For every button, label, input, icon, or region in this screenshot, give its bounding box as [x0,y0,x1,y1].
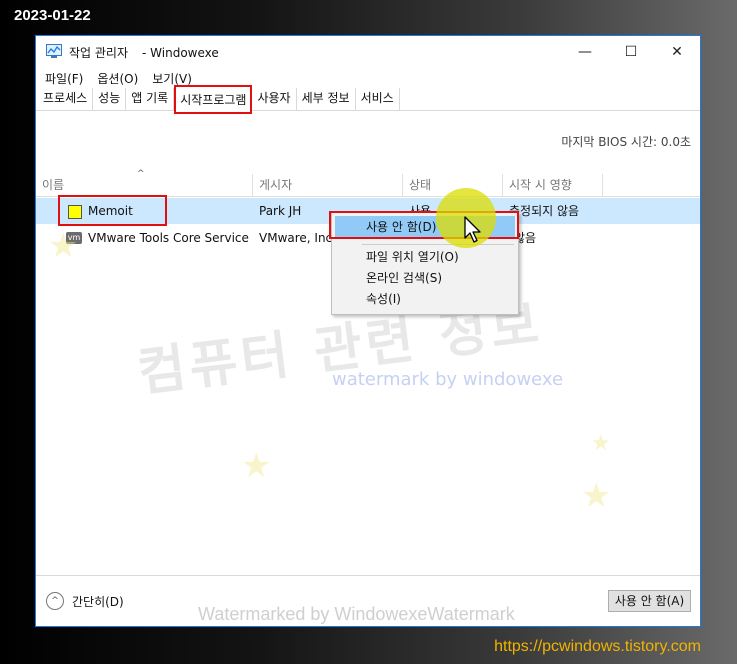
task-manager-window: ★ ★ ★ ★ 작업 관리자 - Windowexe — ☐ ✕ 파일(F) 옵션… [35,35,701,627]
column-publisher[interactable]: 게시자 [253,174,403,196]
chevron-up-icon: ^ [46,592,64,610]
mouse-cursor-icon [464,216,481,243]
decorative-star-icon: ★ [581,476,612,516]
task-manager-icon [46,44,62,58]
menu-options[interactable]: 옵션(O) [97,70,138,87]
footer-bar: ^ 간단히(D) 사용 안 함(A) [36,575,700,626]
row-publisher: VMware, Inc. [259,231,336,245]
minimize-button[interactable]: — [562,36,608,68]
tab-performance[interactable]: 성능 [93,88,127,110]
disable-button[interactable]: 사용 안 함(A) [608,590,691,612]
blue-watermark: watermark by windowexe [332,369,564,390]
row-name: VMware Tools Core Service [88,231,249,245]
column-status[interactable]: 상태 [403,174,503,196]
column-header-row: 이름 게시자 상태 시작 시 영향 [36,174,700,197]
annotation-highlight-box [58,195,167,226]
decorative-star-icon: ★ [241,446,272,486]
context-open-file-location[interactable]: 파일 위치 열기(O) [332,246,518,268]
tab-startup[interactable]: 시작프로그램 [174,85,253,114]
tab-services[interactable]: 서비스 [356,88,400,110]
last-bios-time: 마지막 BIOS 시간: 0.0초 [561,135,691,149]
title-bar[interactable]: 작업 관리자 - Windowexe — ☐ ✕ [36,36,700,68]
tab-app-history[interactable]: 앱 기록 [126,88,175,110]
annotation-highlight-box [329,211,519,239]
menu-view[interactable]: 보기(V) [152,70,192,87]
column-startup-impact[interactable]: 시작 시 영향 [503,174,603,196]
date-stamp: 2023-01-22 [14,7,91,24]
window-title: 작업 관리자 - Windowexe [69,46,219,60]
fewer-details-label: 간단히(D) [72,594,124,609]
row-publisher: Park JH [259,204,302,218]
context-separator [362,244,514,245]
maximize-button[interactable]: ☐ [608,36,654,68]
tab-strip: 프로세스 성능 앱 기록 시작프로그램 사용자 세부 정보 서비스 [36,85,700,114]
decorative-star-icon: ★ [591,431,611,456]
tab-processes[interactable]: 프로세스 [38,88,94,110]
context-search-online[interactable]: 온라인 검색(S) [332,267,518,289]
context-properties[interactable]: 속성(I) [332,288,518,310]
close-button[interactable]: ✕ [654,36,700,68]
column-name[interactable]: 이름 [36,174,253,196]
fewer-details-toggle[interactable]: ^ 간단히(D) [46,592,124,610]
tab-users[interactable]: 사용자 [252,88,297,110]
blog-url: https://pcwindows.tistory.com [494,638,701,655]
row-impact: 측정되지 않음 [509,204,580,218]
menu-file[interactable]: 파일(F) [45,70,83,87]
menu-bar: 파일(F) 옵션(O) 보기(V) [36,68,700,88]
tab-details[interactable]: 세부 정보 [297,88,356,110]
vmware-icon: vm [66,232,82,244]
